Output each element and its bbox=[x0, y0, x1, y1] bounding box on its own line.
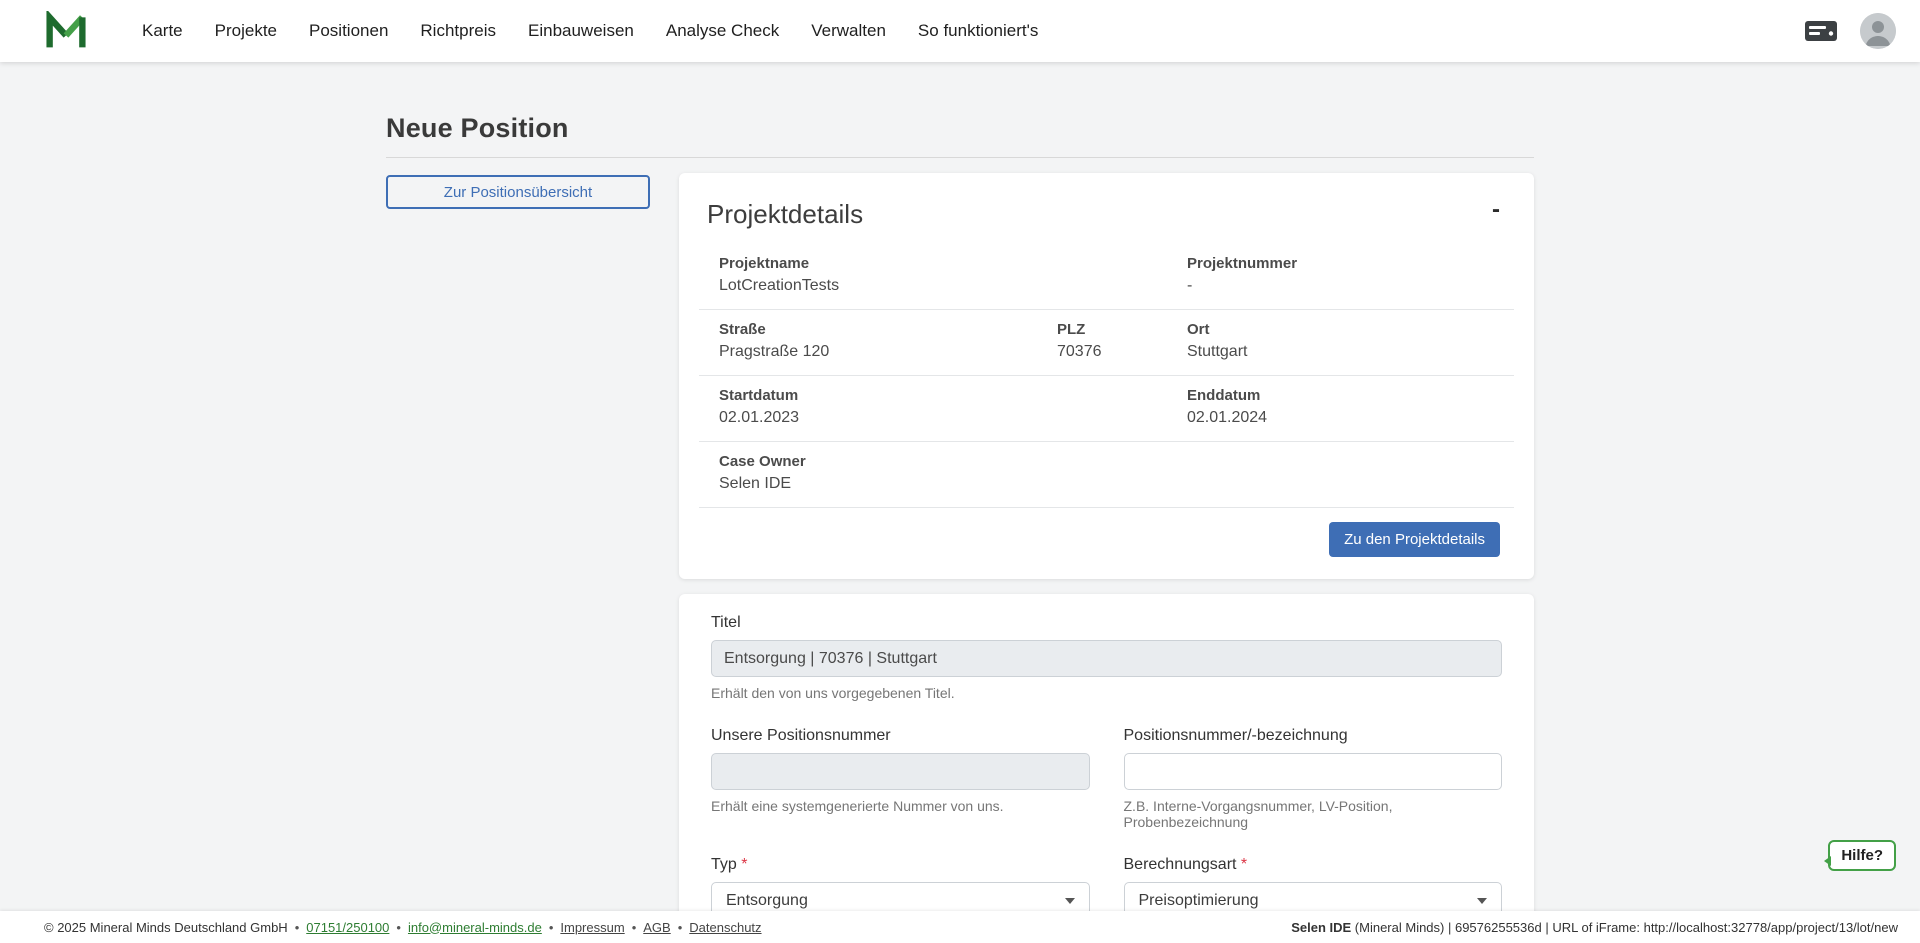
ort-value: Stuttgart bbox=[1187, 342, 1504, 362]
copyright-text: © 2025 Mineral Minds Deutschland GmbH bbox=[44, 920, 288, 935]
projektnummer-label: Projektnummer bbox=[1187, 254, 1504, 273]
project-details-title: Projektdetails bbox=[707, 199, 863, 230]
startdatum-label: Startdatum bbox=[719, 386, 1157, 405]
table-row: Projektname LotCreationTests Projektnumm… bbox=[699, 244, 1514, 310]
titel-input[interactable] bbox=[711, 640, 1502, 677]
nav-item-verwalten[interactable]: Verwalten bbox=[795, 21, 902, 41]
positions-overview-button[interactable]: Zur Positionsübersicht bbox=[386, 175, 650, 209]
required-marker: * bbox=[741, 856, 747, 873]
nav-item-richtpreis[interactable]: Richtpreis bbox=[404, 21, 512, 41]
nav-item-so-funktionierts[interactable]: So funktioniert's bbox=[902, 21, 1054, 41]
phone-link[interactable]: 07151/250100 bbox=[306, 920, 389, 935]
email-link[interactable]: info@mineral-minds.de bbox=[408, 920, 542, 935]
form-row-type: Typ * Entsorgung Wählen Sie hier die Art… bbox=[711, 856, 1502, 911]
projektname-label: Projektname bbox=[719, 254, 1157, 273]
footer-separator: • bbox=[549, 920, 554, 935]
berechnungsart-label: Berechnungsart * bbox=[1124, 856, 1503, 874]
footer-separator: • bbox=[678, 920, 683, 935]
unsere-positionsnummer-input[interactable] bbox=[711, 753, 1090, 790]
ort-label: Ort bbox=[1187, 320, 1504, 339]
session-info: Selen IDE (Mineral Minds) | 69576255536d… bbox=[1291, 920, 1898, 935]
case-owner-value: Selen IDE bbox=[719, 474, 1504, 494]
titel-helper: Erhält den von uns vorgegebenen Titel. bbox=[711, 685, 1502, 701]
unsere-positionsnummer-helper: Erhält eine systemgenerierte Nummer von … bbox=[711, 798, 1090, 814]
title-divider bbox=[386, 157, 1534, 158]
project-details-table: Projektname LotCreationTests Projektnumm… bbox=[699, 244, 1514, 508]
strasse-value: Pragstraße 120 bbox=[719, 342, 1027, 362]
user-avatar[interactable] bbox=[1860, 13, 1896, 49]
typ-select[interactable]: Entsorgung bbox=[711, 882, 1090, 911]
enddatum-value: 02.01.2024 bbox=[1187, 408, 1504, 428]
footer-left: © 2025 Mineral Minds Deutschland GmbH • … bbox=[44, 920, 762, 935]
main-content: Neue Position Zur Positionsübersicht Pro… bbox=[0, 62, 1920, 911]
project-details-header: Projektdetails - bbox=[679, 173, 1534, 240]
positionsnummer-input[interactable] bbox=[1124, 753, 1503, 790]
mineral-minds-logo[interactable] bbox=[44, 10, 90, 52]
help-button[interactable]: Hilfe? bbox=[1828, 840, 1896, 871]
typ-label: Typ * bbox=[711, 856, 1090, 874]
nav-item-karte[interactable]: Karte bbox=[126, 21, 199, 41]
main-row: Zur Positionsübersicht Projektdetails - … bbox=[386, 173, 1534, 911]
impressum-link[interactable]: Impressum bbox=[560, 920, 624, 935]
agb-link[interactable]: AGB bbox=[643, 920, 670, 935]
datenschutz-link[interactable]: Datenschutz bbox=[689, 920, 761, 935]
chevron-down-icon bbox=[1065, 898, 1075, 904]
enddatum-label: Enddatum bbox=[1187, 386, 1504, 405]
typ-select-value: Entsorgung bbox=[726, 892, 808, 910]
strasse-label: Straße bbox=[719, 320, 1027, 339]
required-marker: * bbox=[1241, 856, 1247, 873]
table-row: Startdatum 02.01.2023 Enddatum 02.01.202… bbox=[699, 376, 1514, 442]
plz-value: 70376 bbox=[1057, 342, 1157, 362]
page-title: Neue Position bbox=[386, 112, 1534, 144]
form-row-numbers: Unsere Positionsnummer Erhält eine syste… bbox=[711, 727, 1502, 830]
nav-item-projekte[interactable]: Projekte bbox=[199, 21, 293, 41]
footer-separator: • bbox=[295, 920, 300, 935]
right-column: Projektdetails - Projektname LotCreation… bbox=[679, 173, 1534, 911]
footer-separator: • bbox=[396, 920, 401, 935]
startdatum-value: 02.01.2023 bbox=[719, 408, 1157, 428]
nav-item-positionen[interactable]: Positionen bbox=[293, 21, 404, 41]
nav-item-einbauweisen[interactable]: Einbauweisen bbox=[512, 21, 650, 41]
berechnungsart-select[interactable]: Preisoptimierung bbox=[1124, 882, 1503, 911]
table-row: Straße Pragstraße 120 PLZ 70376 Ort Stut… bbox=[699, 310, 1514, 376]
titel-label: Titel bbox=[711, 614, 1502, 632]
positionsnummer-label: Positionsnummer/-bezeichnung bbox=[1124, 727, 1503, 745]
projektname-value: LotCreationTests bbox=[719, 276, 1157, 296]
berechnungsart-select-value: Preisoptimierung bbox=[1139, 892, 1259, 910]
logo-icon bbox=[44, 11, 88, 51]
project-details-actions: Zu den Projektdetails bbox=[679, 508, 1534, 579]
nav-actions bbox=[1804, 13, 1896, 49]
unsere-positionsnummer-label: Unsere Positionsnummer bbox=[711, 727, 1090, 745]
session-user: Selen IDE bbox=[1291, 920, 1351, 935]
session-details: (Mineral Minds) | 69576255536d | URL of … bbox=[1351, 920, 1898, 935]
collapse-button[interactable]: - bbox=[1488, 199, 1504, 221]
main-nav: Karte Projekte Positionen Richtpreis Ein… bbox=[126, 21, 1054, 41]
plz-label: PLZ bbox=[1057, 320, 1157, 339]
project-details-card: Projektdetails - Projektname LotCreation… bbox=[679, 173, 1534, 579]
footer: © 2025 Mineral Minds Deutschland GmbH • … bbox=[0, 911, 1920, 943]
server-icon[interactable] bbox=[1804, 20, 1838, 42]
top-navbar: Karte Projekte Positionen Richtpreis Ein… bbox=[0, 0, 1920, 62]
left-column: Zur Positionsübersicht bbox=[386, 173, 679, 209]
case-owner-label: Case Owner bbox=[719, 452, 1504, 471]
chevron-down-icon bbox=[1477, 898, 1487, 904]
projektnummer-value: - bbox=[1187, 276, 1504, 296]
person-icon bbox=[1860, 13, 1896, 49]
position-form-card: Titel Erhält den von uns vorgegebenen Ti… bbox=[679, 594, 1534, 911]
positionsnummer-helper: Z.B. Interne-Vorgangsnummer, LV-Position… bbox=[1124, 798, 1503, 830]
go-to-project-details-button[interactable]: Zu den Projektdetails bbox=[1329, 522, 1500, 557]
nav-item-analyse-check[interactable]: Analyse Check bbox=[650, 21, 795, 41]
footer-separator: • bbox=[632, 920, 637, 935]
table-row: Case Owner Selen IDE bbox=[699, 442, 1514, 508]
